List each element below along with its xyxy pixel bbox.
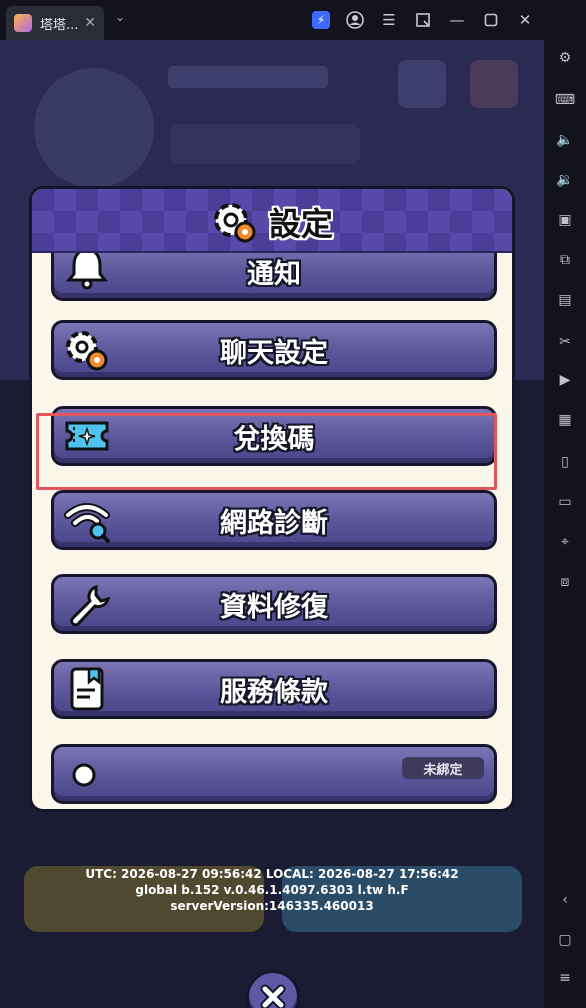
background-item-2 (470, 60, 518, 108)
back-icon[interactable]: ‹ (555, 890, 575, 910)
dialog-title: 設定 (268, 205, 333, 243)
volume-down-icon[interactable]: 🔉 (555, 170, 575, 190)
home-icon[interactable]: ▢ (555, 930, 575, 950)
data-repair-label: 資料修復 (220, 591, 328, 623)
chat-settings-label: 聊天設定 (220, 337, 328, 369)
server-version: serverVersion:146335.460013 (170, 899, 374, 913)
scissors-icon[interactable]: ✂ (555, 332, 575, 352)
terms-of-service-button[interactable]: 服務條款 (51, 659, 497, 719)
multi-instance-icon[interactable]: ⧈ (555, 572, 575, 592)
player-avatar (34, 68, 154, 188)
app-logo-icon (14, 14, 32, 32)
tab-close-icon[interactable]: ✕ (84, 15, 96, 31)
shake-icon[interactable]: ▯ (555, 452, 575, 472)
background-item-1 (398, 60, 446, 108)
screen-capture-icon[interactable] (406, 0, 440, 40)
chat-settings-button[interactable]: 聊天設定 (51, 320, 497, 380)
tab-title: 塔塔... (40, 17, 79, 33)
settings-dialog: 設定 通知 聊天設定 兌換碼 網路診斷 資料修復 服務條款 未綁定 (29, 186, 515, 812)
macro-icon[interactable]: ▦ (555, 410, 575, 430)
settings-gear-icon (213, 203, 256, 243)
terms-of-service-label: 服務條款 (220, 676, 328, 708)
menu-icon[interactable]: ☰ (372, 0, 406, 40)
emulator-sidebar: ⚙ ⌨ 🔈 🔉 ▣ ⧉ ▤ ✂ ▶ ▦ ▯ ▭ ⌖ ⧈ ‹ ▢ ≡ (544, 40, 586, 1008)
player-stats-bg (170, 124, 360, 164)
close-settings-button[interactable] (246, 970, 300, 1008)
apk-install-icon[interactable]: ▤ (555, 290, 575, 310)
close-icon (260, 984, 286, 1008)
dialog-title-area: 設定 (32, 197, 512, 247)
settings-list[interactable]: 通知 聊天設定 兌換碼 網路診斷 資料修復 服務條款 未綁定 (32, 253, 512, 809)
recent-apps-icon[interactable]: ≡ (555, 968, 575, 988)
folder-icon[interactable]: ▭ (555, 492, 575, 512)
version-time: UTC: 2026-08-27 09:56:42 LOCAL: 2026-08-… (85, 867, 459, 881)
settings-gear-icon[interactable]: ⚙ (555, 48, 575, 68)
account-icon[interactable] (338, 0, 372, 40)
keyboard-icon[interactable]: ⌨ (555, 90, 575, 110)
window-titlebar: 塔塔... ✕ ⌄ ⚡ ☰ — ✕ (0, 0, 586, 40)
tab-dropdown-icon[interactable]: ⌄ (115, 10, 125, 24)
redeem-code-button[interactable]: 兌換碼 (51, 406, 497, 466)
network-diagnosis-label: 網路診斷 (220, 507, 328, 539)
notification-label: 通知 (247, 258, 301, 290)
network-diagnosis-button[interactable]: 網路診斷 (51, 490, 497, 550)
player-name-bg (168, 66, 328, 88)
volume-up-icon[interactable]: 🔈 (555, 130, 575, 150)
version-build: global b.152 v.0.46.1.4097.6303 l.tw h.F (135, 883, 409, 897)
record-video-icon[interactable]: ▶ (555, 370, 575, 390)
minimize-icon[interactable]: — (440, 0, 474, 40)
unbound-badge: 未綁定 (402, 757, 484, 779)
redeem-code-label: 兌換碼 (233, 423, 315, 455)
notification-button[interactable]: 通知 (51, 253, 497, 301)
location-pin-icon[interactable]: ⌖ (555, 532, 575, 552)
mouse-lock-icon[interactable]: ▣ (555, 210, 575, 230)
boost-icon[interactable]: ⚡ (304, 0, 338, 40)
version-info: UTC: 2026-08-27 09:56:42 LOCAL: 2026-08-… (0, 866, 544, 914)
sync-icon[interactable]: ⧉ (555, 250, 575, 270)
close-window-icon[interactable]: ✕ (508, 0, 542, 40)
maximize-icon[interactable] (474, 0, 508, 40)
data-repair-button[interactable]: 資料修復 (51, 574, 497, 634)
app-tab[interactable]: 塔塔... ✕ (6, 6, 104, 40)
